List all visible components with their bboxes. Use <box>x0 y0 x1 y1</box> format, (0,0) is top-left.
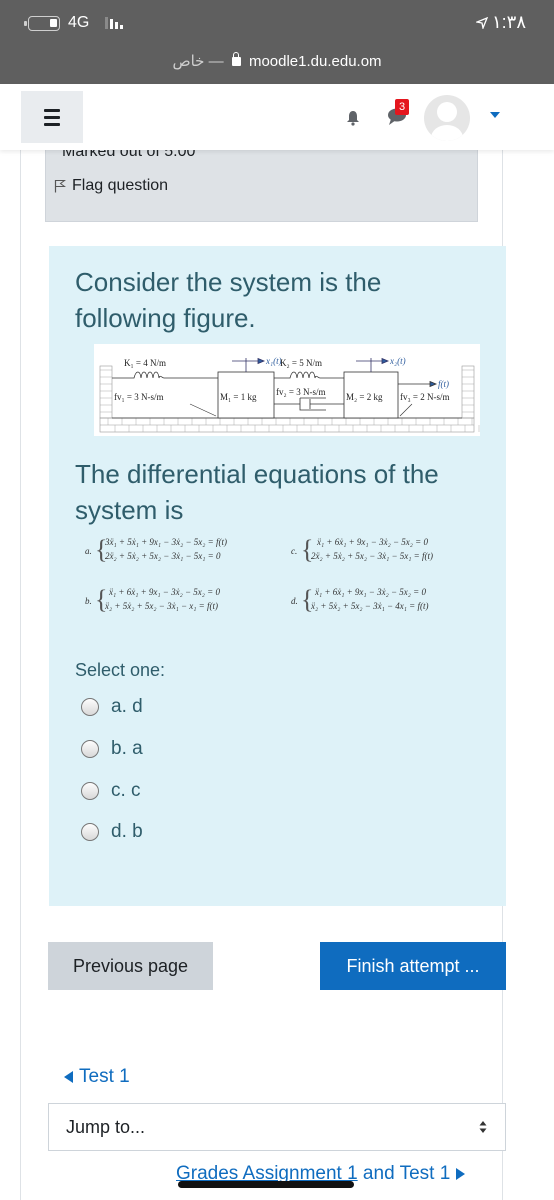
equation-line: 2ẍ₂ + 5ẋ₂ + 5x₂ − 3ẋ₁ − 5x₁ = 0 <box>105 551 221 561</box>
previous-activity-link[interactable]: Test 1 <box>64 1066 130 1088</box>
radio-button[interactable] <box>81 740 99 758</box>
option-label: a. d <box>111 696 143 717</box>
system-figure: x₁(t) x₂(t) f(t) K₁ = 4 N/m K₂ = 5 N/m f… <box>94 344 480 436</box>
x1-arrow <box>232 357 266 372</box>
fv1-label: fv₁ = 3 N-s/m <box>114 392 163 402</box>
radio-button[interactable] <box>81 698 99 716</box>
lock-icon <box>231 52 241 66</box>
equation-line: ẍ₂ + 5ẋ₂ + 5x₂ − 3ẋ₁ − x₁ = f(t) <box>105 601 218 611</box>
flag-icon <box>54 180 66 193</box>
hamburger-icon-bar <box>44 115 60 119</box>
equation-label: b. <box>85 596 92 606</box>
select-arrows-icon <box>479 1121 487 1133</box>
location-arrow-icon <box>475 16 488 29</box>
previous-activity-label: Test 1 <box>79 1066 130 1087</box>
option-label: d. b <box>111 821 143 842</box>
status-right: ١:٣٨ <box>475 12 526 33</box>
answer-option-a[interactable]: a. d <box>81 696 143 718</box>
equation-label: d. <box>291 596 298 606</box>
equation-c: c. { ẍ₁ + 6ẋ₁ + 9x₁ − 3ẋ₂ − 5x₂ = 0 2ẍ₂ … <box>291 536 491 568</box>
jump-to-value: Jump to... <box>66 1116 146 1137</box>
fv3-label: fv₃ = 2 N-s/m <box>400 392 449 402</box>
hamburger-icon <box>44 108 60 112</box>
spring-k2 <box>274 371 344 379</box>
fv2-label: fv₂ = 3 N-s/m <box>276 387 325 397</box>
equation-line: ẍ₁ + 6ẋ₁ + 9x₁ − 3ẋ₂ − 5x₂ = 0 <box>315 587 426 597</box>
answer-option-c[interactable]: c. c <box>81 780 141 802</box>
select-one-label: Select one: <box>75 660 166 680</box>
equation-line: ẍ₁ + 6ẋ₁ + 9x₁ − 3ẋ₂ − 5x₂ = 0 <box>317 537 428 547</box>
x2-label: x₂(t) <box>389 356 406 366</box>
k2-label: K₂ = 5 N/m <box>280 358 322 368</box>
question-intro: Consider the system is the following fig… <box>75 267 382 333</box>
m2-label: M₂ = 2 kg <box>346 392 383 402</box>
next-activity-label-part2: and Test 1 <box>357 1163 451 1184</box>
question-info: Marked out of 5.00 Flag question <box>45 140 478 222</box>
private-label: خاص <box>172 53 205 70</box>
left-wall <box>99 365 113 419</box>
flag-question-label: Flag question <box>72 177 169 194</box>
k1-label: K₁ = 4 N/m <box>124 358 166 368</box>
equation-a: a. { 3ẍ₁ + 5ẋ₁ + 9x₁ − 3ẋ₂ − 5x₂ = f(t) … <box>85 536 285 568</box>
triangle-left-icon <box>64 1071 73 1083</box>
url-separator: — <box>208 53 224 70</box>
caret-down-icon[interactable] <box>490 112 500 118</box>
status-bar: 4G ١:٣٨ خاص — moodle1.du.edu.om <box>0 0 554 84</box>
triangle-right-icon <box>456 1168 466 1180</box>
answer-option-b[interactable]: b. a <box>81 738 143 760</box>
x2-arrow <box>356 357 390 372</box>
previous-page-button[interactable]: Previous page <box>48 942 213 990</box>
messages-badge: 3 <box>395 99 409 115</box>
equation-line: 2ẍ₂ + 5ẋ₂ + 5x₂ − 3ẋ₁ − 5x₁ = f(t) <box>311 551 433 561</box>
force-label: f(t) <box>438 379 449 389</box>
fv3-pointer <box>399 403 413 417</box>
radio-button[interactable] <box>81 823 99 841</box>
ground-hatch <box>99 417 475 433</box>
address-bar[interactable]: خاص — moodle1.du.edu.om <box>0 52 554 70</box>
equation-d: d. { ẍ₁ + 6ẋ₁ + 9x₁ − 3ẋ₂ − 5x₂ = 0 ẍ₂ +… <box>291 586 491 618</box>
hamburger-icon-bar <box>44 122 60 126</box>
equation-b: b. { ẍ₁ + 6ẋ₁ + 9x₁ − 3ẋ₂ − 5x₂ = 0 ẍ₂ +… <box>85 586 285 618</box>
menu-button[interactable] <box>21 91 83 143</box>
fv1-pointer <box>189 403 217 417</box>
right-wall <box>461 365 475 419</box>
option-label: b. a <box>111 738 143 759</box>
m1-label: M₁ = 1 kg <box>220 392 257 402</box>
equation-label: a. <box>85 546 92 556</box>
jump-to-select[interactable]: Jump to... <box>48 1103 506 1151</box>
status-left: 4G <box>24 14 124 32</box>
answer-option-d[interactable]: d. b <box>81 821 143 843</box>
equation-line: 3ẍ₁ + 5ẋ₁ + 9x₁ − 3ẋ₂ − 5x₂ = f(t) <box>105 537 227 547</box>
top-navbar: 3 <box>0 84 554 150</box>
url-text: moodle1.du.edu.om <box>248 53 382 70</box>
equation-line: ẍ₁ + 6ẋ₁ + 9x₁ − 3ẋ₂ − 5x₂ = 0 <box>109 587 220 597</box>
signal-icon <box>105 17 124 29</box>
option-label: c. c <box>111 780 141 801</box>
clock: ١:٣٨ <box>491 12 526 32</box>
flag-question-link[interactable]: Flag question <box>54 177 168 195</box>
network-type: 4G <box>68 14 90 31</box>
damper-fv2 <box>274 397 344 411</box>
equation-line: ẍ₂ + 5ẋ₂ + 5x₂ − 3ẋ₁ − 4x₁ = f(t) <box>311 601 429 611</box>
redaction-mark <box>178 1181 354 1188</box>
force-arrow <box>398 380 438 388</box>
spring-k1 <box>112 371 218 379</box>
question-content: Consider the system is the following fig… <box>49 246 506 906</box>
question-prompt: The differential equations of the system… <box>75 459 439 525</box>
radio-button[interactable] <box>81 782 99 800</box>
bell-icon[interactable] <box>346 110 360 126</box>
equation-label: c. <box>291 546 298 556</box>
avatar[interactable] <box>424 95 470 141</box>
battery-icon <box>24 15 60 31</box>
finish-attempt-button[interactable]: Finish attempt ... <box>320 942 506 990</box>
system-diagram: x₁(t) x₂(t) f(t) K₁ = 4 N/m K₂ = 5 N/m f… <box>99 356 480 433</box>
